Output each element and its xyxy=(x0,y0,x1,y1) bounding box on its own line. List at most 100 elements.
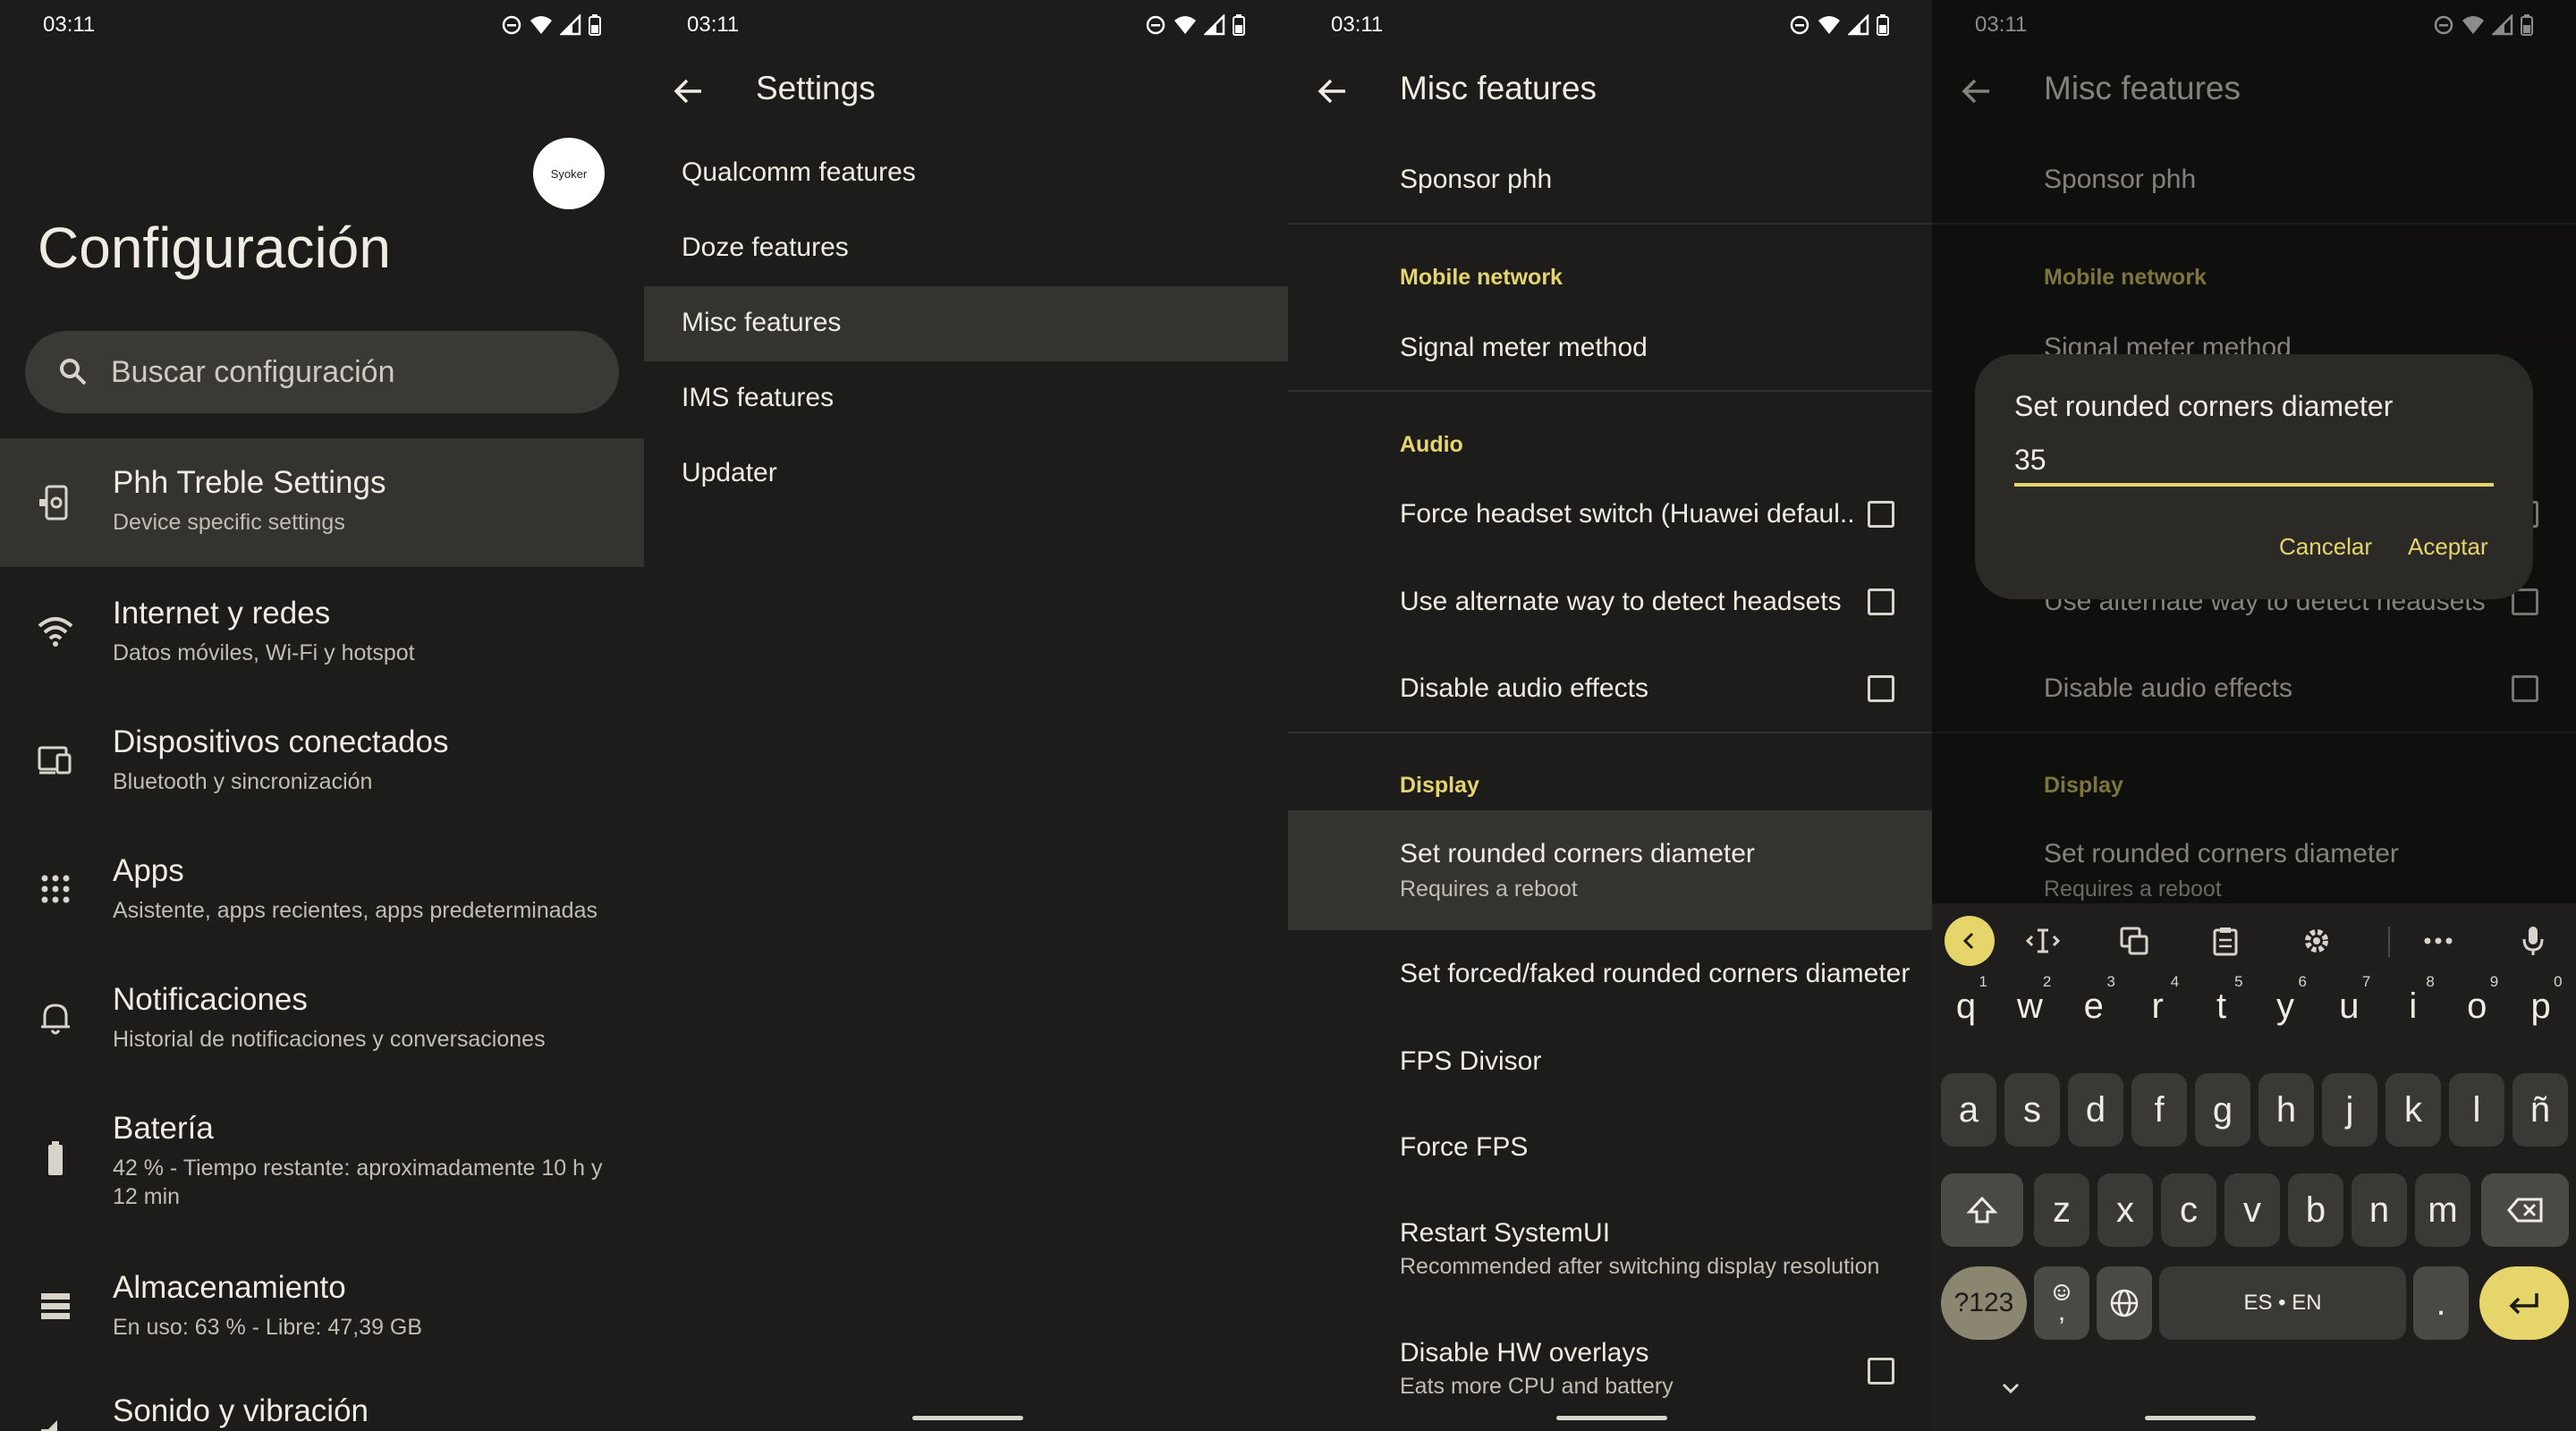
key-a[interactable]: a xyxy=(1941,1073,1996,1147)
key-label: ñ xyxy=(2529,1089,2551,1130)
key-hint-number: 4 xyxy=(2170,973,2180,990)
pref-alt-headset[interactable]: Use alternate way to detect headsets xyxy=(1288,565,1932,639)
symbols-key[interactable]: ?123 xyxy=(1941,1266,2027,1340)
settings-item-storage[interactable]: Almacenamiento En uso: 63 % - Libre: 47,… xyxy=(0,1256,644,1372)
key-p[interactable]: p0 xyxy=(2512,970,2570,1043)
key-f[interactable]: f xyxy=(2131,1073,2187,1147)
key-s[interactable]: s xyxy=(2004,1073,2060,1147)
gesture-bar[interactable] xyxy=(912,1416,1023,1420)
clipboard-button[interactable] xyxy=(2199,914,2252,968)
keyboard-settings-button[interactable] xyxy=(2290,914,2343,968)
key-z[interactable]: z xyxy=(2034,1173,2089,1247)
list-item-doze[interactable]: Doze features xyxy=(644,211,1288,286)
more-options-button[interactable] xyxy=(2411,914,2465,968)
accept-button[interactable]: Aceptar xyxy=(2408,533,2488,561)
emoji-comma-key[interactable]: , xyxy=(2034,1266,2089,1340)
settings-item-battery[interactable]: Batería 42 % - Tiempo restante: aproxima… xyxy=(0,1097,644,1243)
pref-title: Force FPS xyxy=(1400,1132,1529,1162)
period-key[interactable]: . xyxy=(2413,1266,2469,1340)
key-y[interactable]: y6 xyxy=(2257,970,2314,1043)
cancel-button[interactable]: Cancelar xyxy=(2279,533,2372,561)
key-w[interactable]: w2 xyxy=(2001,970,2058,1043)
key-label: b xyxy=(2305,1190,2326,1230)
key-r[interactable]: r4 xyxy=(2129,970,2186,1043)
key-l[interactable]: l xyxy=(2449,1073,2504,1147)
more-horizontal-icon xyxy=(2424,937,2453,944)
key-h[interactable]: h xyxy=(2258,1073,2314,1147)
cursor-control-button[interactable] xyxy=(2016,914,2070,968)
key-c[interactable]: c xyxy=(2161,1173,2216,1247)
pref-disable-hw-overlays[interactable]: Disable HW overlays Eats more CPU and ba… xyxy=(1288,1317,1932,1422)
key-i[interactable]: i8 xyxy=(2385,970,2442,1043)
list-item-misc[interactable]: Misc features xyxy=(644,286,1288,361)
pref-signal-meter[interactable]: Signal meter method xyxy=(1288,311,1932,386)
pref-disable-audio-effects[interactable]: Disable audio effects xyxy=(1288,652,1932,725)
key-b[interactable]: b xyxy=(2288,1173,2343,1247)
settings-item-phh-treble[interactable]: Phh Treble Settings Device specific sett… xyxy=(0,438,644,567)
key-n[interactable]: n xyxy=(2351,1173,2407,1247)
gesture-bar[interactable] xyxy=(2145,1416,2256,1420)
list-item-ims[interactable]: IMS features xyxy=(644,361,1288,436)
checkbox[interactable] xyxy=(1868,588,1894,615)
settings-item-title: Apps xyxy=(113,853,184,888)
key-t[interactable]: t5 xyxy=(2193,970,2250,1043)
pref-restart-systemui[interactable]: Restart SystemUI Recommended after switc… xyxy=(1288,1197,1932,1302)
collapse-toolbar-button[interactable] xyxy=(1945,916,1995,966)
shift-key[interactable] xyxy=(1941,1173,2023,1247)
avatar[interactable]: Syoker xyxy=(533,138,605,209)
pref-title: Set forced/faked rounded corners diamete… xyxy=(1400,959,1911,988)
key-label: e xyxy=(2083,986,2104,1026)
settings-item-connected-devices[interactable]: Dispositivos conectados Bluetooth y sinc… xyxy=(0,710,644,826)
list-item-updater[interactable]: Updater xyxy=(644,436,1288,512)
list-item-qualcomm[interactable]: Qualcomm features xyxy=(644,136,1288,211)
space-key[interactable]: ES • EN xyxy=(2159,1266,2406,1340)
hide-keyboard-icon[interactable] xyxy=(1998,1381,2023,1397)
key-e[interactable]: e3 xyxy=(2065,970,2123,1043)
pref-force-headset[interactable]: Force headset switch (Huawei defaul.. xyxy=(1288,478,1932,551)
language-key[interactable] xyxy=(2097,1266,2152,1340)
diameter-input[interactable]: 35 xyxy=(2014,444,2494,487)
key-o[interactable]: o9 xyxy=(2448,970,2505,1043)
pref-title: Signal meter method xyxy=(1400,333,1648,362)
pref-force-fps[interactable]: Force FPS xyxy=(1288,1109,1932,1186)
gesture-bar[interactable] xyxy=(1556,1416,1667,1420)
key-j[interactable]: j xyxy=(2322,1073,2377,1147)
key-ñ[interactable]: ñ xyxy=(2512,1073,2568,1147)
signal-icon xyxy=(1204,14,1225,36)
checkbox[interactable] xyxy=(1868,675,1894,702)
wifi-status-icon xyxy=(1818,16,1840,34)
back-arrow-icon[interactable] xyxy=(671,73,707,109)
key-u[interactable]: u7 xyxy=(2320,970,2377,1043)
backspace-key[interactable] xyxy=(2481,1173,2569,1247)
key-x[interactable]: x xyxy=(2097,1173,2153,1247)
key-k[interactable]: k xyxy=(2385,1073,2441,1147)
key-label: u xyxy=(2339,986,2360,1026)
voice-input-button[interactable] xyxy=(2506,914,2560,968)
search-bar[interactable]: Buscar configuración xyxy=(25,331,619,413)
settings-item-subtitle: Bluetooth y sincronización xyxy=(113,769,373,794)
settings-item-sound[interactable]: Sonido y vibración xyxy=(0,1384,644,1431)
key-m[interactable]: m xyxy=(2415,1173,2470,1247)
pref-sponsor[interactable]: Sponsor phh xyxy=(1288,143,1932,222)
enter-key[interactable] xyxy=(2479,1266,2569,1340)
key-d[interactable]: d xyxy=(2068,1073,2123,1147)
settings-item-notifications[interactable]: Notificaciones Historial de notificacion… xyxy=(0,968,644,1084)
storage-icon xyxy=(41,1293,70,1319)
checkbox[interactable] xyxy=(1868,501,1894,528)
translate-button[interactable] xyxy=(2107,914,2161,968)
settings-item-apps[interactable]: Apps Asistente, apps recientes, apps pre… xyxy=(0,839,644,955)
back-arrow-icon[interactable] xyxy=(1315,73,1351,109)
settings-item-title: Batería xyxy=(113,1111,214,1146)
battery-status-icon xyxy=(1233,14,1245,36)
pref-forced-rounded[interactable]: Set forced/faked rounded corners diamete… xyxy=(1288,936,1932,1012)
settings-item-title: Almacenamiento xyxy=(113,1270,346,1305)
settings-item-internet[interactable]: Internet y redes Datos móviles, Wi-Fi y … xyxy=(0,581,644,698)
key-v[interactable]: v xyxy=(2224,1173,2280,1247)
translate-icon xyxy=(2120,927,2148,955)
pref-rounded-corners[interactable]: Set rounded corners diameter Requires a … xyxy=(1288,810,1932,930)
key-g[interactable]: g xyxy=(2195,1073,2250,1147)
key-q[interactable]: q1 xyxy=(1937,970,1995,1043)
checkbox[interactable] xyxy=(1868,1358,1894,1384)
pref-fps-divisor[interactable]: FPS Divisor xyxy=(1288,1023,1932,1100)
key-label: o xyxy=(2467,986,2487,1026)
